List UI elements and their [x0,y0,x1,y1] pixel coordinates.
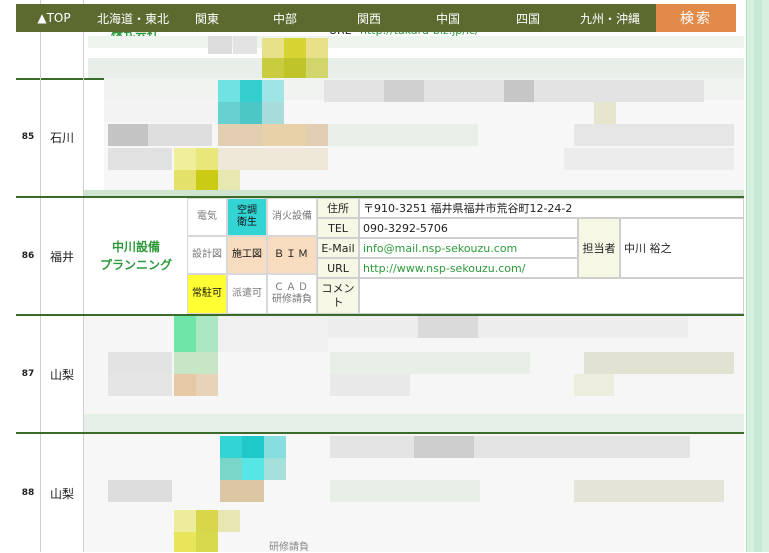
tag-cad: ＣＡＤ 研修請負 [267,274,317,314]
nav-kyushu-okinawa[interactable]: 九州・沖縄 [568,10,652,27]
row-prefecture: 石川 [41,78,84,196]
nav-shikoku[interactable]: 四国 [488,10,568,27]
address-label: 住所 [317,198,359,218]
company-name-line2: プランニング [99,258,172,272]
blurred-details [84,434,744,552]
nav-top-link[interactable]: ▲TOP [16,11,92,25]
blurred-details [84,78,744,196]
email-label: E-Mail [317,238,359,258]
tag-kucho: 空調 衛生 [227,198,267,236]
tag-haken: 派遣可 [227,274,267,314]
table-row: 88 山梨 研修請負 [16,434,744,553]
tag-jochu: 常駐可 [187,274,227,314]
row-number: 86 [16,198,41,314]
bottom-partial-text: 研修請負 [269,542,309,553]
url-label: URL [317,258,359,278]
company-name-link[interactable]: 中川設備 プランニング [84,198,188,314]
tag-denki: 電気 [187,198,227,236]
tag-sekkei: 設計図 [187,236,227,274]
search-button[interactable]: 検索 [656,4,736,32]
table-row: 87 山梨 [16,316,744,434]
table-row: 86 福井 中川設備 プランニング 電気 空調 衛生 消火設備 設計図 施工図 Ｂ… [16,198,744,316]
nav-kansai[interactable]: 関西 [330,10,408,27]
region-nav: ▲TOP 北海道・東北 関東 中部 関西 中国 四国 九州・沖縄 検索 [16,4,736,32]
contact-label: 担当者 [578,218,620,278]
row-number: 87 [16,316,41,432]
row-prefecture: 福井 [41,198,84,314]
tag-seko: 施工図 [227,236,267,274]
tel-label: TEL [317,218,359,238]
scrollbar-track[interactable] [754,0,762,552]
row-prefecture: 山梨 [41,434,84,552]
comment-label: コメント [317,278,359,314]
contact-value: 中川 裕之 [620,218,744,278]
tel-value: 090-3292-5706 [359,218,578,238]
email-link[interactable]: info@mail.nsp-sekouzu.com [359,238,578,258]
row-number: 88 [16,434,41,552]
table-row: 85 石川 [16,78,744,198]
comment-value [359,278,744,314]
address-value: 〒910-3251 福井県福井市荒谷町12-24-2 [359,198,744,218]
company-name-line1: 中川設備 [111,240,160,254]
blurred-details [84,316,744,432]
nav-chugoku[interactable]: 中国 [408,10,488,27]
page-scrollbar[interactable] [746,0,769,552]
website-link[interactable]: http://www.nsp-sekouzu.com/ [359,258,578,278]
tag-bim: ＢＩＭ [267,236,317,274]
nav-hokkaido-tohoku[interactable]: 北海道・東北 [92,10,174,27]
tag-shoka: 消火設備 [267,198,317,236]
nav-chubu[interactable]: 中部 [240,10,330,27]
row-number: 85 [16,78,41,196]
nav-kanto[interactable]: 関東 [174,10,240,27]
row-prefecture: 山梨 [41,316,84,432]
company-table: 株式会社 URL http://takara-biz.jp/ic/ 85 石川 [16,0,744,553]
